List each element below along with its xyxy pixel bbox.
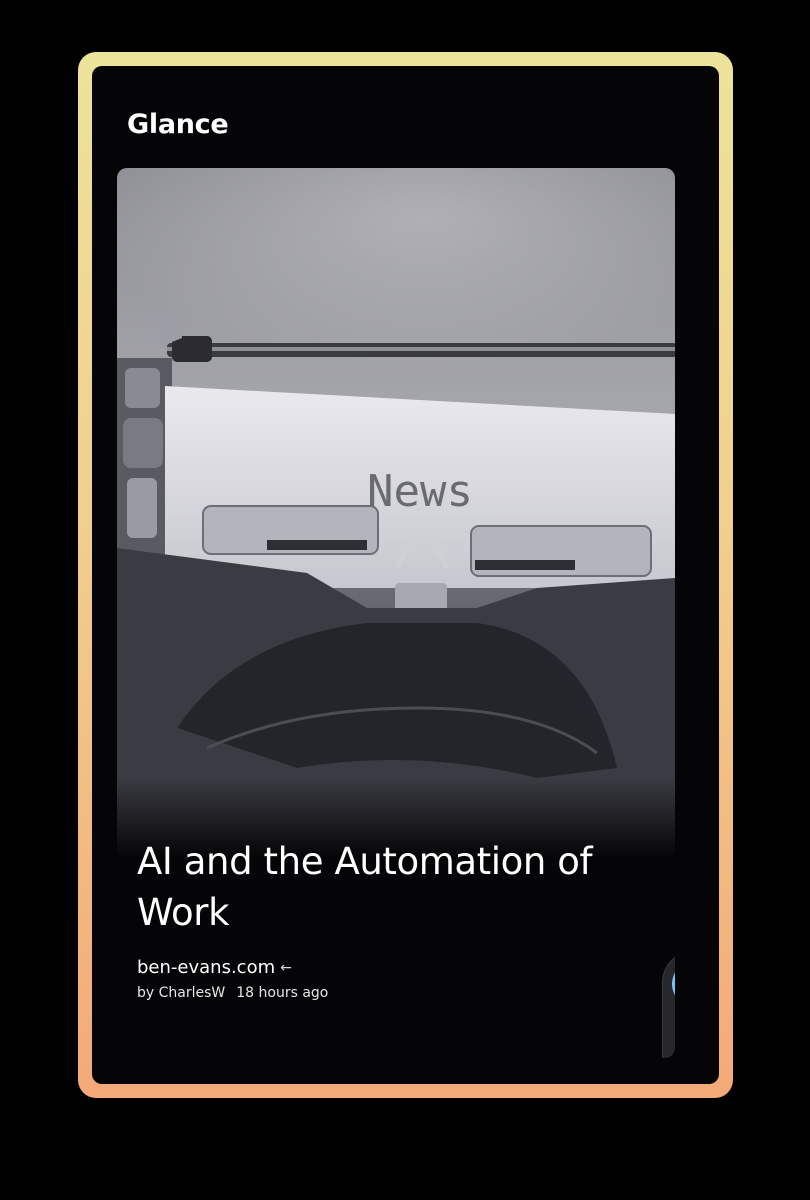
story-meta: by CharlesW 18 hours ago [137, 985, 328, 1001]
source-row[interactable]: ben-evans.com ← [137, 957, 292, 978]
feed-button[interactable] [672, 961, 675, 1007]
gradient-frame: Glance News AI and the Automation of Wor… [78, 52, 733, 1098]
articles-button[interactable] [672, 1025, 675, 1058]
author[interactable]: by CharlesW [137, 985, 225, 1001]
story-title[interactable]: AI and the Automation of Work [137, 836, 607, 938]
page: Glance News AI and the Automation of Wor… [0, 0, 810, 1200]
source-link[interactable]: ben-evans.com [137, 957, 275, 978]
timestamp: 18 hours ago [236, 985, 329, 1001]
story-card[interactable]: News AI and the Automation of Work ben-e… [117, 168, 675, 1058]
nav-rail [662, 950, 675, 1058]
arrow-left-icon: ← [280, 959, 292, 976]
app-screen: Glance News AI and the Automation of Wor… [92, 66, 719, 1084]
hero-image: News [117, 168, 675, 858]
app-title: Glance [127, 109, 229, 140]
svg-text:News: News [367, 466, 473, 517]
